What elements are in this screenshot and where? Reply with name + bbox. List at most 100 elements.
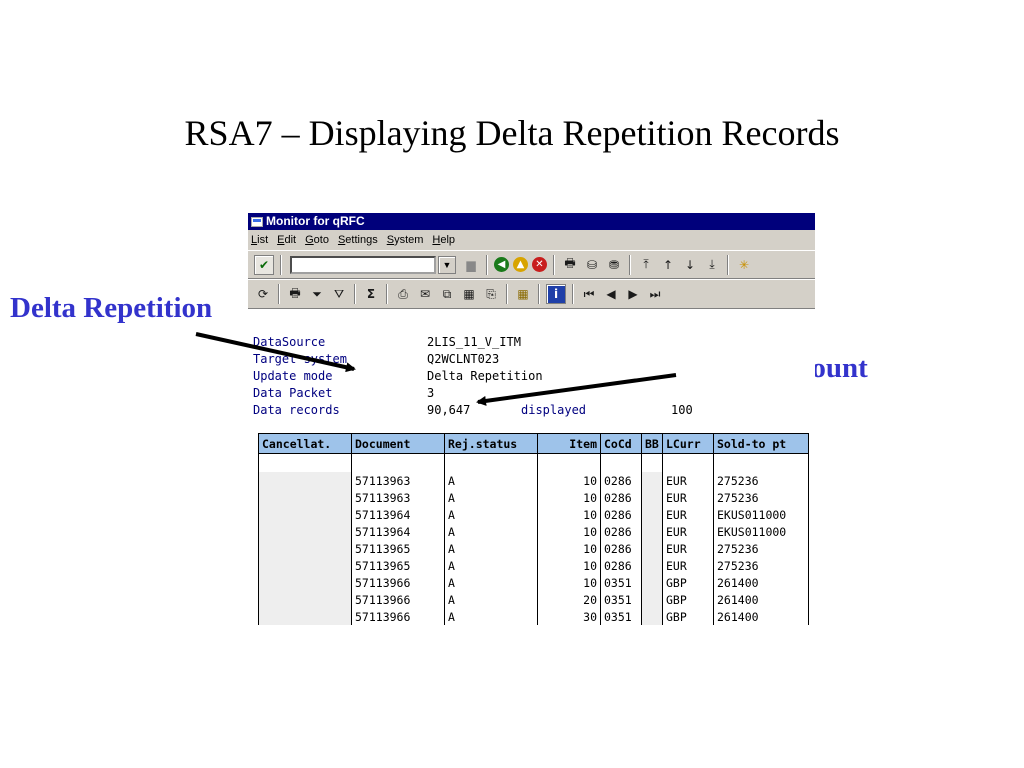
save-icon[interactable]: ▆	[462, 256, 480, 274]
table-row[interactable]: 57113966 A 10 0351 GBP 261400	[258, 574, 809, 591]
sum-icon[interactable]: Σ	[362, 285, 380, 303]
export-icon[interactable]: ⎙	[394, 285, 412, 303]
table-cell: 0286	[600, 540, 642, 557]
menu-system[interactable]: System	[387, 234, 424, 246]
menu-list[interactable]: List	[251, 234, 268, 246]
table-cell: 57113966	[351, 608, 445, 625]
table-cell: 10	[537, 557, 601, 574]
table-cell: 57113966	[351, 591, 445, 608]
find-icon[interactable]: ⛁	[583, 256, 601, 274]
table-cell: 261400	[713, 608, 809, 625]
copy-icon[interactable]: ⧉	[438, 285, 456, 303]
col-item[interactable]: Item	[537, 433, 601, 454]
table-cell: A	[444, 608, 538, 625]
table-cell: A	[444, 557, 538, 574]
print-icon[interactable]: 🖶	[561, 256, 579, 274]
toolbar-separator	[506, 284, 508, 304]
refresh-icon[interactable]: ⟳	[254, 285, 272, 303]
back-icon[interactable]: ◀	[494, 257, 509, 272]
toolbar-separator	[386, 284, 388, 304]
table-row[interactable]: 57113964 A 10 0286 EUR EKUS011000	[258, 523, 809, 540]
table-row[interactable]: 57113966 A 30 0351 GBP 261400	[258, 608, 809, 625]
set-filter-icon[interactable]: ⛛	[330, 285, 348, 303]
table-cell	[258, 608, 352, 625]
table-row[interactable]: 57113966 A 20 0351 GBP 261400	[258, 591, 809, 608]
table-cell: 57113965	[351, 540, 445, 557]
toolbar-separator	[572, 284, 574, 304]
table-cell: 261400	[713, 574, 809, 591]
table-cell	[641, 489, 663, 506]
table-row[interactable]: 57113965 A 10 0286 EUR 275236	[258, 540, 809, 557]
word-icon[interactable]: ⎘	[482, 285, 500, 303]
table-cell: 10	[537, 506, 601, 523]
prev-page-icon[interactable]: ↑	[659, 256, 677, 274]
table-cell: EKUS011000	[713, 523, 809, 540]
col-rej-status[interactable]: Rej.status	[444, 433, 538, 454]
slide-title: RSA7 – Displaying Delta Repetition Recor…	[184, 113, 840, 153]
table-cell: 0286	[600, 506, 642, 523]
last-record-icon[interactable]: ⏭	[646, 285, 664, 303]
toolbar-separator	[280, 254, 282, 275]
menu-help[interactable]: Help	[432, 234, 455, 246]
col-sold-to[interactable]: Sold-to pt	[713, 433, 809, 454]
table-cell: EUR	[662, 489, 714, 506]
table-row[interactable]: 57113964 A 10 0286 EUR EKUS011000	[258, 506, 809, 523]
exit-icon[interactable]: ▲	[513, 257, 528, 272]
table-cell: 0286	[600, 472, 642, 489]
filter-icon[interactable]: ⏷	[308, 285, 326, 303]
layout-icon[interactable]: ▦	[514, 285, 532, 303]
table-cell	[258, 574, 352, 591]
menu-edit[interactable]: Edit	[277, 234, 296, 246]
table-cell: A	[444, 523, 538, 540]
first-page-icon[interactable]: ⤒	[637, 256, 655, 274]
create-session-icon[interactable]: ✳	[735, 256, 753, 274]
cancel-icon[interactable]: ✕	[532, 257, 547, 272]
menu-goto[interactable]: Goto	[305, 234, 329, 246]
table-cell	[258, 489, 352, 506]
toolbar-separator	[538, 284, 540, 304]
update-mode-label: Update mode	[253, 369, 333, 383]
table-cell	[641, 540, 663, 557]
print-list-icon[interactable]: 🖶	[286, 285, 304, 303]
table-cell: EUR	[662, 472, 714, 489]
standard-toolbar: ✔ ▼ ▆ ◀ ▲ ✕ 🖶 ⛁ ⛃ ⤒ ↑ ↓ ⤓ ✳	[248, 250, 815, 279]
table-row[interactable]: 57113965 A 10 0286 EUR 275236	[258, 557, 809, 574]
find-next-icon[interactable]: ⛃	[605, 256, 623, 274]
table-row[interactable]: 57113963 A 10 0286 EUR 275236	[258, 472, 809, 489]
command-field[interactable]	[290, 255, 436, 274]
spreadsheet-icon[interactable]: ▦	[460, 285, 478, 303]
col-cocd[interactable]: CoCd	[600, 433, 642, 454]
table-row[interactable]: 57113963 A 10 0286 EUR 275236	[258, 489, 809, 506]
callout-delta-repetition: Delta Repetition	[10, 292, 213, 324]
next-page-icon[interactable]: ↓	[681, 256, 699, 274]
displayed-label: displayed	[521, 403, 587, 417]
displayed-value: 100	[671, 403, 693, 417]
col-document[interactable]: Document	[351, 433, 445, 454]
header-row-datasource: DataSource 2LIS_11_V_ITM	[253, 334, 693, 351]
mail-icon[interactable]: ✉	[416, 285, 434, 303]
table-cell: 10	[537, 472, 601, 489]
table-cell: A	[444, 472, 538, 489]
header-row-update: Update mode Delta Repetition	[253, 368, 693, 385]
next-record-icon[interactable]: ▶	[624, 285, 642, 303]
first-record-icon[interactable]: ⏮	[580, 285, 598, 303]
toolbar-separator	[354, 284, 356, 304]
col-bb[interactable]: BB	[641, 433, 663, 454]
table-cell: 275236	[713, 557, 809, 574]
enter-icon[interactable]: ✔	[254, 254, 274, 275]
records-table: Cancellat. Document Rej.status Item CoCd…	[258, 433, 809, 625]
col-cancellat[interactable]: Cancellat.	[258, 433, 352, 454]
table-cell	[258, 540, 352, 557]
menu-settings[interactable]: Settings	[338, 234, 378, 246]
table-cell: 57113965	[351, 557, 445, 574]
col-lcurr[interactable]: LCurr	[662, 433, 714, 454]
info-icon[interactable]: i	[546, 284, 566, 304]
last-page-icon[interactable]: ⤓	[703, 256, 721, 274]
prev-record-icon[interactable]: ◀	[602, 285, 620, 303]
table-cell: 275236	[713, 540, 809, 557]
table-cell: 275236	[713, 489, 809, 506]
application-toolbar: ⟳ 🖶 ⏷ ⛛ Σ ⎙ ✉ ⧉ ▦ ⎘ ▦ i ⏮ ◀ ▶ ⏭	[248, 279, 815, 309]
table-cell: 261400	[713, 591, 809, 608]
table-cell	[258, 557, 352, 574]
command-dropdown-icon[interactable]: ▼	[438, 255, 456, 274]
